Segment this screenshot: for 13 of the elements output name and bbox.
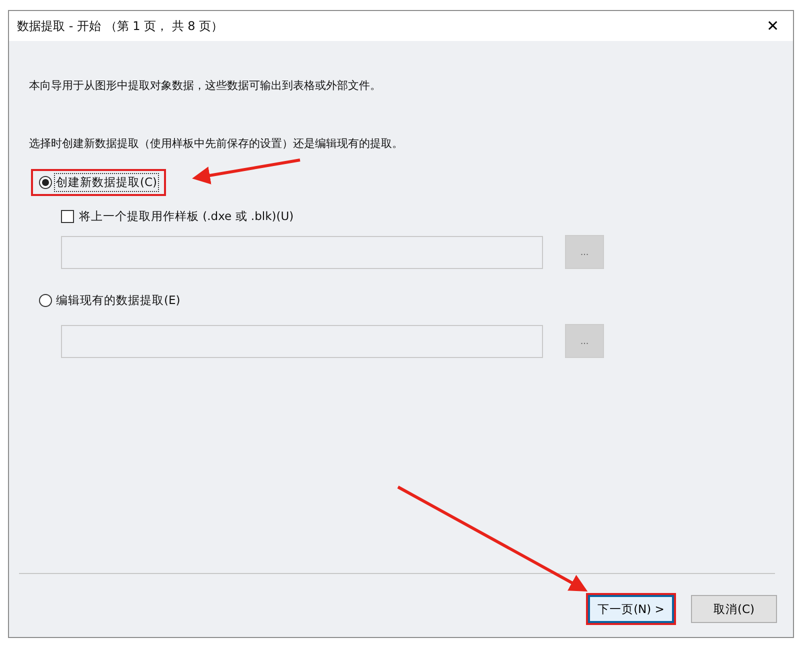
checkbox-label[interactable]: 将上一个提取用作样板 (.dxe 或 .blk)(U) [78, 208, 295, 225]
checkbox[interactable] [61, 210, 74, 223]
radio-button[interactable] [39, 294, 52, 307]
browse-button[interactable]: ... [565, 324, 604, 358]
radio-button[interactable] [39, 176, 52, 189]
prompt-text: 选择时创建新数据提取（使用样板中先前保存的设置）还是编辑现有的提取。 [28, 136, 404, 151]
close-button[interactable]: ✕ [753, 11, 793, 41]
browse-button[interactable]: ... [565, 235, 604, 269]
dialog-button[interactable]: 取消(C) [689, 593, 779, 625]
dialog-button[interactable]: 下一页(N) > [586, 593, 676, 625]
radio-label[interactable]: 编辑现有的数据提取(E) [55, 292, 182, 309]
window-title: 数据提取 - 开始 （第 1 页， 共 8 页） [17, 18, 224, 34]
intro-text: 本向导用于从图形中提取对象数据，这些数据可输出到表格或外部文件。 [28, 78, 382, 93]
